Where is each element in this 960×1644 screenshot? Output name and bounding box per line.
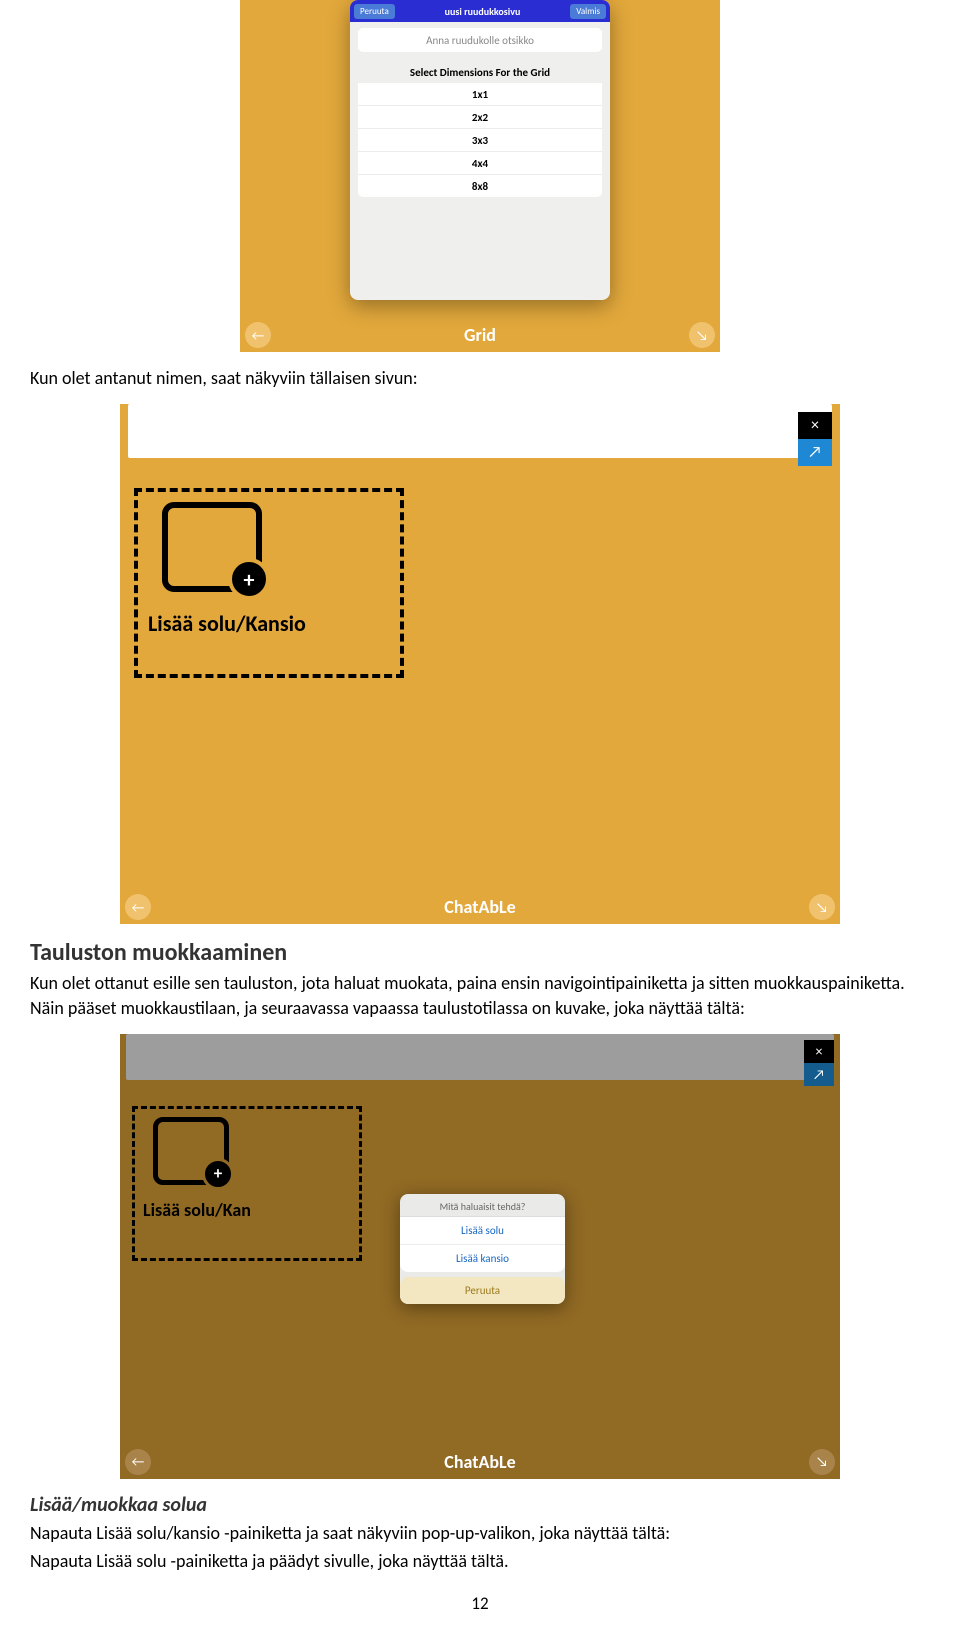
new-grid-dialog: Peruuta uusi ruudukkosivu Valmis Anna ru… — [350, 0, 610, 300]
add-cell-label: Lisää solu/Kansio — [148, 610, 390, 637]
screenshot-add-cell: × ↗ + Lisää solu/Kansio ← ChatAbLe ↘ — [120, 404, 840, 924]
heading-add-edit-cell: Lisää/muokkaa solua — [30, 1493, 930, 1517]
screenshot-grid-dialog: Peruuta uusi ruudukkosivu Valmis Anna ru… — [240, 0, 720, 352]
paragraph-1: Kun olet antanut nimen, saat näkyviin tä… — [30, 366, 930, 390]
screen-title: ChatAbLe — [120, 1451, 840, 1473]
screen-title: ChatAbLe — [120, 896, 840, 918]
add-cell-label: Lisää solu/Kan — [143, 1199, 351, 1221]
close-icon[interactable]: × — [798, 412, 832, 439]
top-toolbar — [128, 404, 832, 458]
share-icon[interactable]: ↗ — [804, 1063, 834, 1086]
add-cell-folder-button[interactable]: + Lisää solu/Kansio — [134, 488, 404, 678]
done-button[interactable]: Valmis — [570, 4, 606, 19]
screen-title: Grid — [240, 324, 720, 346]
add-cell-icon: + — [153, 1117, 229, 1185]
plus-icon: + — [202, 1158, 234, 1190]
dimensions-label: Select Dimensions For the Grid — [350, 66, 610, 79]
dialog-header: Peruuta uusi ruudukkosivu Valmis — [350, 0, 610, 22]
heading-edit-grid: Tauluston muokkaaminen — [30, 938, 930, 967]
action-popup: Mitä haluaisit tehdä? Lisää solu Lisää k… — [400, 1194, 565, 1304]
nav-expand-icon[interactable]: ↘ — [689, 322, 715, 348]
paragraph-3a: Napauta Lisää solu/kansio -painiketta ja… — [30, 1521, 930, 1545]
popup-cancel-button[interactable]: Peruuta — [400, 1277, 565, 1304]
add-cell-folder-button[interactable]: + Lisää solu/Kan — [132, 1106, 362, 1261]
nav-expand-icon[interactable]: ↘ — [809, 1449, 835, 1475]
dim-option-1x1[interactable]: 1x1 — [358, 83, 602, 106]
close-icon[interactable]: × — [804, 1040, 834, 1063]
dialog-title: uusi ruudukkosivu — [445, 5, 521, 18]
dim-option-4x4[interactable]: 4x4 — [358, 152, 602, 175]
dim-option-8x8[interactable]: 8x8 — [358, 175, 602, 197]
paragraph-2: Kun olet ottanut esille sen tauluston, j… — [30, 971, 930, 1020]
paragraph-3b: Napauta Lisää solu -painiketta ja päädyt… — [30, 1549, 930, 1573]
popup-title: Mitä haluaisit tehdä? — [400, 1194, 565, 1217]
dim-option-3x3[interactable]: 3x3 — [358, 129, 602, 152]
screenshot-popup: × ↗ + Lisää solu/Kan Mitä haluaisit tehd… — [120, 1034, 840, 1479]
share-icon[interactable]: ↗ — [798, 439, 832, 466]
add-cell-icon: + — [162, 502, 262, 592]
popup-add-folder[interactable]: Lisää kansio — [400, 1245, 565, 1272]
cancel-button[interactable]: Peruuta — [354, 4, 395, 19]
plus-icon: + — [228, 558, 270, 600]
page-number: 12 — [30, 1593, 930, 1614]
top-toolbar — [126, 1034, 834, 1080]
grid-title-input[interactable]: Anna ruudukolle otsikko — [358, 28, 602, 52]
popup-add-cell[interactable]: Lisää solu — [400, 1217, 565, 1245]
dim-option-2x2[interactable]: 2x2 — [358, 106, 602, 129]
